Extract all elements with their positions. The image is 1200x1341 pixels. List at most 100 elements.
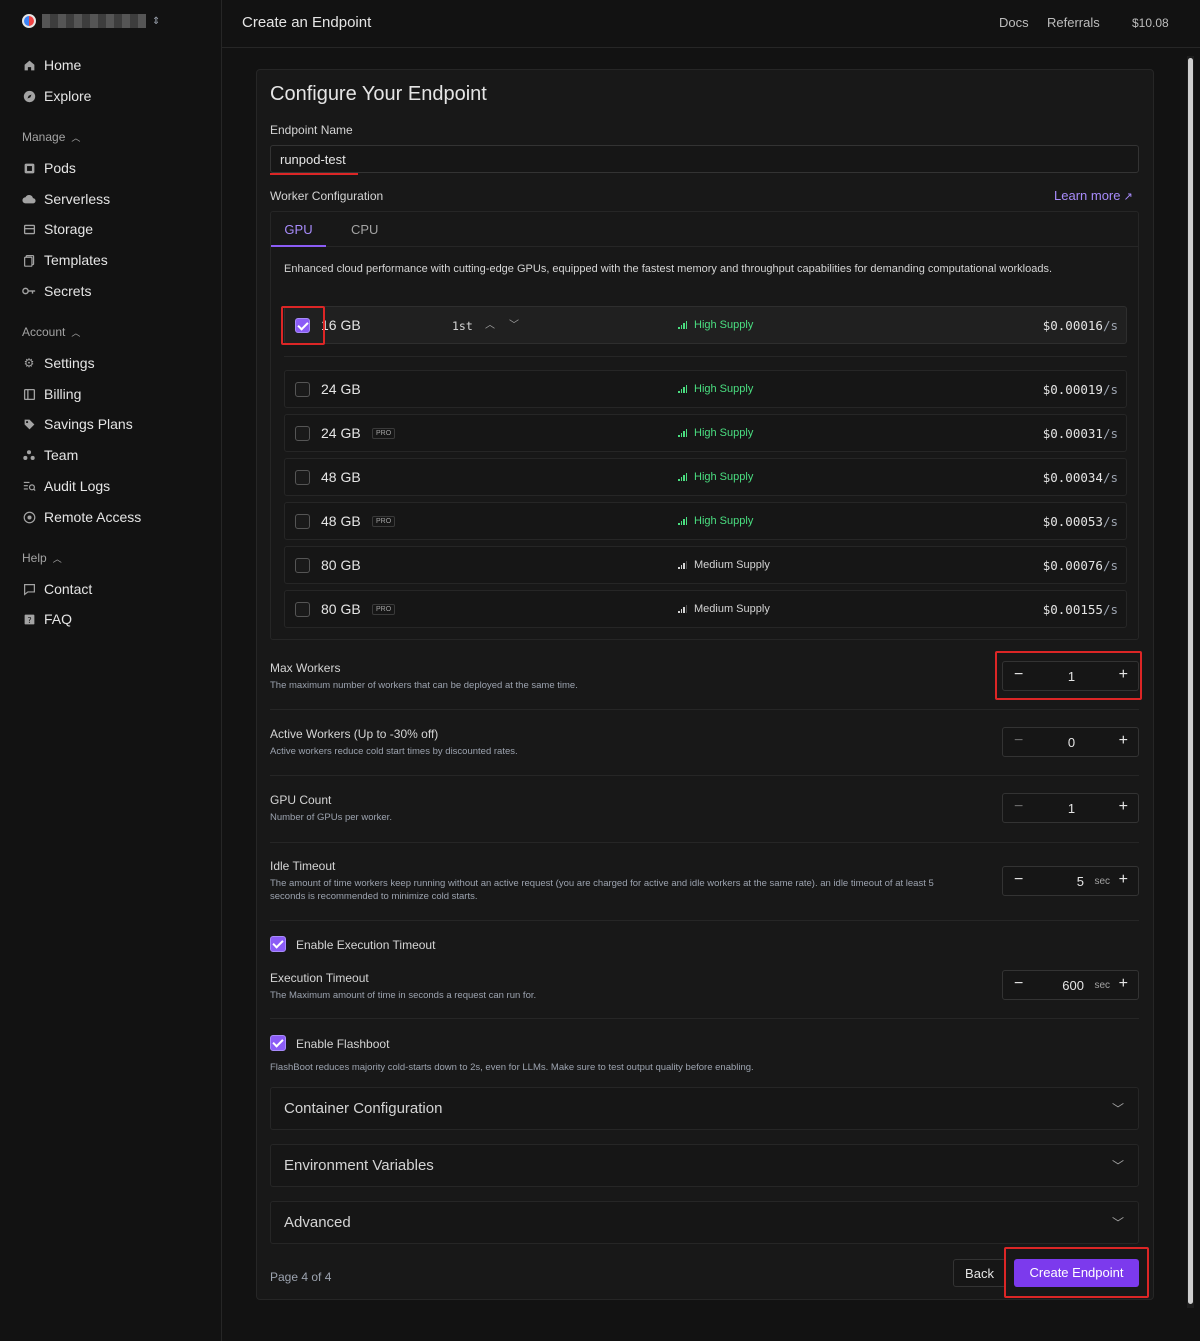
idle-timeout-stepper[interactable]: − 5 sec + — [1002, 866, 1139, 896]
gpu-memory: 16 GB — [321, 317, 361, 333]
sidebar-item-home[interactable]: Home — [22, 54, 81, 76]
gpu-checkbox[interactable] — [295, 426, 310, 441]
gpu-checkbox[interactable] — [295, 382, 310, 397]
signal-bars-icon — [678, 561, 688, 569]
increment-button[interactable]: + — [1119, 666, 1128, 684]
signal-bars-icon — [678, 385, 688, 393]
signal-bars-icon — [678, 321, 688, 329]
gpu-memory: 48 GB — [321, 469, 361, 485]
referrals-link[interactable]: Referrals — [1047, 15, 1100, 30]
supply-label: Medium Supply — [694, 603, 770, 615]
sidebar-item-audit-logs[interactable]: Audit Logs — [22, 475, 110, 497]
create-endpoint-button[interactable]: Create Endpoint — [1014, 1259, 1139, 1287]
max-workers-stepper[interactable]: − 1 + — [1002, 661, 1139, 691]
docs-link[interactable]: Docs — [999, 15, 1029, 30]
increment-button[interactable]: + — [1119, 732, 1128, 750]
increment-button[interactable]: + — [1119, 798, 1128, 816]
active-workers-stepper[interactable]: − 0 + — [1002, 727, 1139, 757]
enable-exec-timeout-checkbox[interactable] — [270, 936, 286, 952]
supply-label: High Supply — [694, 319, 754, 331]
sidebar-item-storage[interactable]: Storage — [22, 218, 93, 240]
sidebar-section-account[interactable]: Account ︿ — [22, 325, 80, 339]
endpoint-name-label: Endpoint Name — [270, 123, 353, 137]
exec-timeout-stepper[interactable]: − 600 sec + — [1002, 970, 1139, 1000]
gpu-option-16gb[interactable]: 16 GB 1st ︿ ﹀ High Supply $0.00016/s — [284, 306, 1127, 344]
sidebar-section-manage[interactable]: Manage ︿ — [22, 130, 80, 144]
decrement-button[interactable]: − — [1014, 975, 1023, 993]
accordion-env-vars[interactable]: Environment Variables ﹀ — [270, 1144, 1139, 1187]
sidebar-item-contact[interactable]: Contact — [22, 578, 92, 600]
key-icon — [22, 284, 36, 298]
remote-icon — [22, 510, 36, 524]
sidebar-item-label: Contact — [44, 581, 93, 597]
sidebar-item-serverless[interactable]: Serverless — [22, 188, 110, 210]
tab-gpu[interactable]: GPU — [271, 212, 326, 247]
balance-display[interactable]: $10.08 — [1132, 16, 1169, 30]
configure-endpoint-card: Configure Your Endpoint Endpoint Name ru… — [256, 69, 1154, 1300]
gpu-option-48gb[interactable]: 48 GB High Supply $0.00034/s — [284, 458, 1127, 496]
gpu-option-80gb-pro[interactable]: 80 GB PRO Medium Supply $0.00155/s — [284, 590, 1127, 628]
priority-up-icon[interactable]: ︿ — [485, 316, 495, 331]
pro-badge: PRO — [372, 516, 396, 527]
gpu-checkbox[interactable] — [295, 558, 310, 573]
divider — [270, 842, 1139, 843]
gpu-checkbox[interactable] — [295, 470, 310, 485]
sidebar-item-pods[interactable]: Pods — [22, 157, 76, 179]
sidebar-item-settings[interactable]: ⚙ Settings — [22, 352, 95, 374]
back-button[interactable]: Back — [953, 1259, 1006, 1287]
accordion-advanced[interactable]: Advanced ﹀ — [270, 1201, 1139, 1244]
org-switcher[interactable]: ⇕ — [22, 12, 160, 30]
home-icon — [22, 58, 36, 72]
stepper-value[interactable]: 600 — [1062, 978, 1084, 993]
sidebar-item-templates[interactable]: Templates — [22, 249, 108, 271]
price-unit: /s — [1102, 602, 1118, 617]
enable-flashboot-checkbox[interactable] — [270, 1035, 286, 1051]
gpu-checkbox[interactable] — [295, 318, 310, 333]
supply-label: High Supply — [694, 383, 754, 395]
priority-down-icon[interactable]: ﹀ — [509, 316, 519, 331]
sidebar-item-label: Settings — [44, 355, 95, 371]
endpoint-name-input[interactable]: runpod-test — [270, 145, 1139, 173]
gpu-memory: 24 GB — [321, 381, 361, 397]
learn-more-label: Learn more — [1054, 188, 1121, 203]
decrement-button[interactable]: − — [1014, 871, 1023, 889]
gpu-checkbox[interactable] — [295, 602, 310, 617]
price-value: $0.00016 — [1042, 318, 1103, 333]
increment-button[interactable]: + — [1119, 975, 1128, 993]
learn-more-link[interactable]: Learn more ↗ — [1054, 188, 1133, 203]
sidebar-item-label: Savings Plans — [44, 416, 133, 432]
supply-indicator: High Supply — [678, 383, 753, 395]
top-bar: Create an Endpoint Docs Referrals $10.08 — [222, 0, 1200, 48]
supply-indicator: High Supply — [678, 515, 753, 527]
gpu-option-24gb-pro[interactable]: 24 GB PRO High Supply $0.00031/s — [284, 414, 1127, 452]
chevron-up-icon: ︿ — [71, 132, 81, 143]
sidebar-item-team[interactable]: Team — [22, 444, 78, 466]
sidebar-item-explore[interactable]: Explore — [22, 85, 91, 107]
org-logo-icon — [22, 14, 36, 28]
gpu-option-80gb[interactable]: 80 GB Medium Supply $0.00076/s — [284, 546, 1127, 584]
stepper-value[interactable]: 5 — [1077, 874, 1084, 889]
idle-timeout-label: Idle Timeout — [270, 859, 336, 873]
app-root: ⇕ Home Explore Manage ︿ Pods Serverless … — [0, 0, 1200, 1341]
sidebar-item-billing[interactable]: Billing — [22, 383, 81, 405]
gpu-count-stepper[interactable]: − 1 + — [1002, 793, 1139, 823]
gpu-price: $0.00053/s — [1043, 514, 1118, 529]
sidebar-item-savings-plans[interactable]: Savings Plans — [22, 413, 133, 435]
team-icon — [22, 448, 36, 462]
gpu-price: $0.00155/s — [1043, 602, 1118, 617]
accordion-container-config[interactable]: Container Configuration ﹀ — [270, 1087, 1139, 1130]
supply-label: High Supply — [694, 471, 754, 483]
sidebar-item-faq[interactable]: ? FAQ — [22, 608, 72, 630]
gpu-option-48gb-pro[interactable]: 48 GB PRO High Supply $0.00053/s — [284, 502, 1127, 540]
sidebar-item-secrets[interactable]: Secrets — [22, 280, 91, 302]
org-name-redacted — [42, 14, 146, 28]
gpu-option-24gb[interactable]: 24 GB High Supply $0.00019/s — [284, 370, 1127, 408]
scrollbar-thumb[interactable] — [1188, 58, 1193, 1304]
divider — [284, 356, 1127, 357]
increment-button[interactable]: + — [1119, 871, 1128, 889]
tab-cpu[interactable]: CPU — [351, 212, 378, 247]
page-indicator: Page 4 of 4 — [270, 1270, 332, 1284]
sidebar-section-help[interactable]: Help ︿ — [22, 551, 62, 565]
sidebar-item-remote-access[interactable]: Remote Access — [22, 506, 141, 528]
gpu-checkbox[interactable] — [295, 514, 310, 529]
